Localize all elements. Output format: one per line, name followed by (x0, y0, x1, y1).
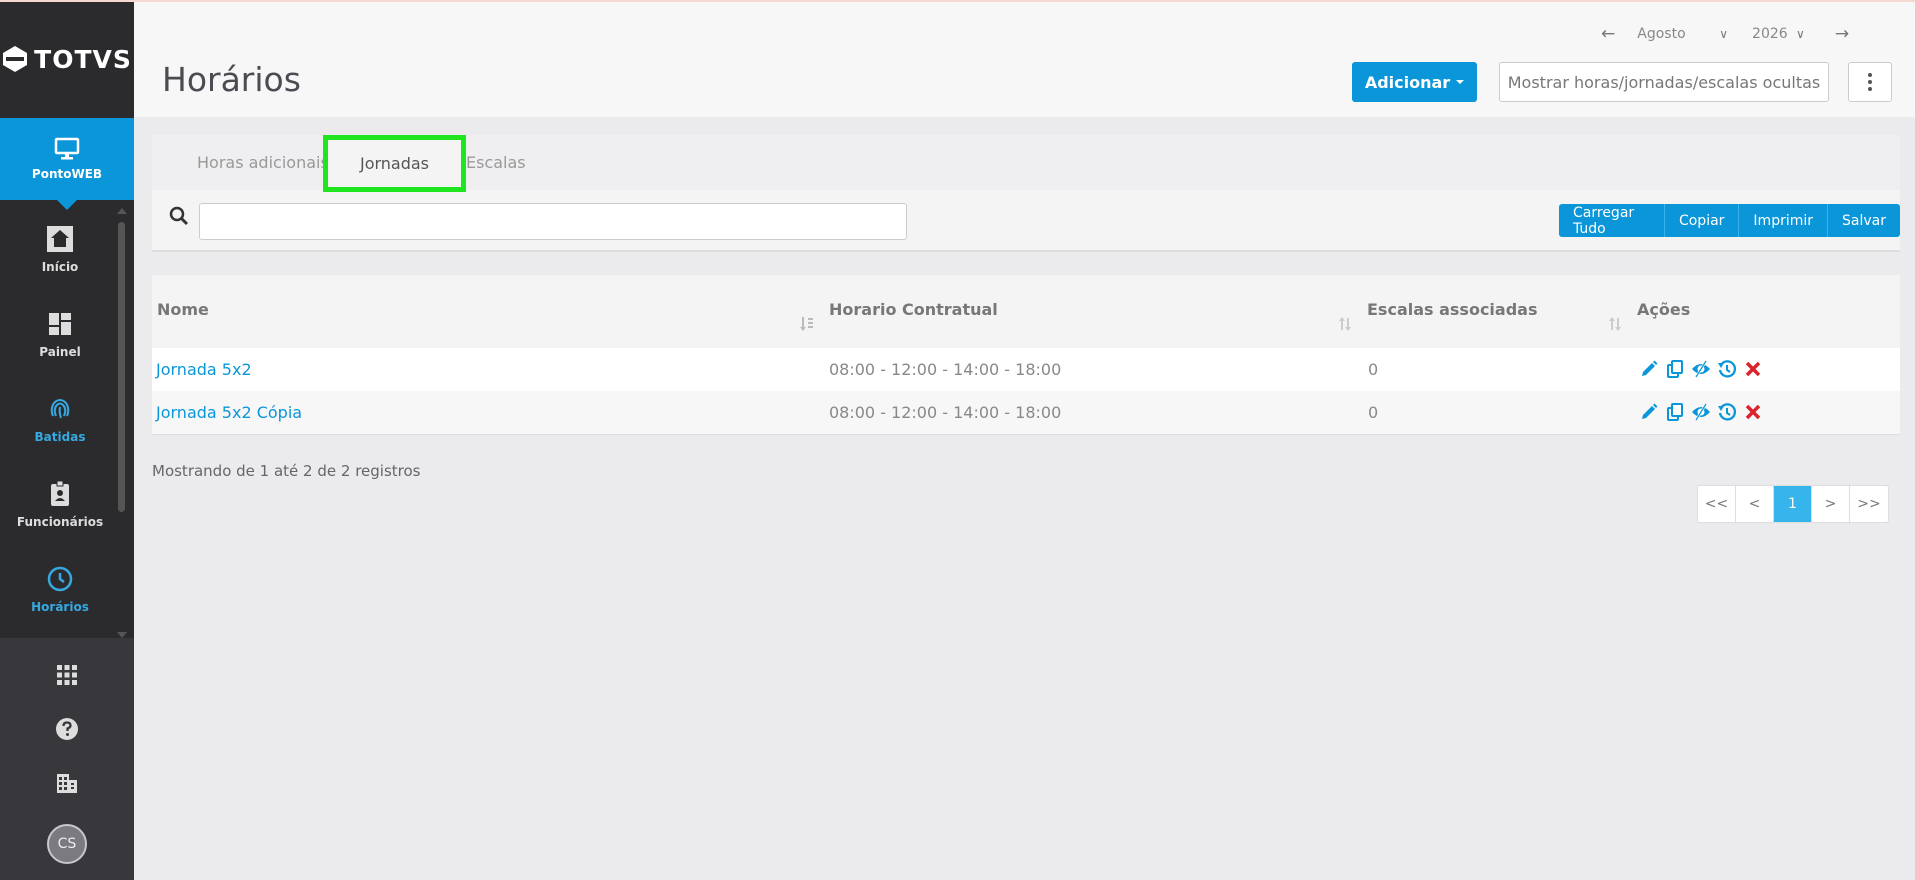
table-header: Nome Horario Contratual Escalas associad… (152, 275, 1900, 348)
app-tile-pontoweb[interactable]: PontoWEB (0, 118, 134, 210)
first-page-button[interactable]: << (1698, 486, 1736, 522)
badge-icon (51, 480, 69, 506)
table-row: Jornada 5x2 08:00 - 12:00 - 14:00 - 18:0… (152, 348, 1900, 391)
prev-period-arrow-icon[interactable]: ← (1601, 24, 1615, 44)
logo-text: TOTVS (34, 44, 132, 74)
history-icon[interactable] (1717, 402, 1737, 422)
month-chevron-down-icon[interactable]: ∨ (1719, 27, 1728, 41)
print-button[interactable]: Imprimir (1739, 204, 1829, 237)
hide-icon[interactable] (1691, 402, 1711, 422)
schedule-cell: 08:00 - 12:00 - 14:00 - 18:00 (829, 360, 1062, 379)
sidebar-item-horarios[interactable]: Horários (0, 546, 120, 631)
period-selector: ← Agosto ∨ 2026 ∨ → (1601, 24, 1849, 44)
tab-escalas[interactable]: Escalas (466, 153, 526, 172)
sidebar-item-inicio[interactable]: Início (0, 206, 120, 291)
row-actions (1639, 359, 1763, 379)
tab-jornadas[interactable]: Jornadas (323, 135, 466, 192)
monitor-icon (54, 137, 80, 160)
building-icon[interactable] (54, 770, 80, 796)
next-period-arrow-icon[interactable]: → (1835, 24, 1849, 44)
help-icon[interactable] (54, 716, 80, 742)
copy-icon[interactable] (1665, 359, 1685, 379)
sidebar: TOTVS PontoWEB Início Painel Batidas Fun… (0, 2, 134, 880)
edit-icon[interactable] (1639, 402, 1659, 422)
sort-asc-icon[interactable] (799, 315, 815, 333)
sort-both-icon[interactable] (1607, 315, 1623, 333)
more-options-button[interactable] (1848, 62, 1892, 102)
next-page-button[interactable]: > (1812, 486, 1850, 522)
clock-icon (47, 566, 73, 591)
fingerprint-icon (50, 398, 70, 418)
load-all-button[interactable]: Carregar Tudo (1559, 204, 1665, 237)
column-header-horario[interactable]: Horario Contratual (829, 300, 998, 319)
month-select[interactable]: Agosto (1637, 26, 1719, 42)
sidebar-item-label: Início (41, 259, 79, 274)
delete-icon[interactable] (1743, 402, 1763, 422)
scroll-thumb[interactable] (118, 222, 125, 512)
page-header: Horários ← Agosto ∨ 2026 ∨ → Adicionar M… (134, 2, 1915, 117)
avatar[interactable]: CS (47, 824, 87, 864)
column-header-nome[interactable]: Nome (157, 300, 209, 319)
jornada-name-link[interactable]: Jornada 5x2 (156, 360, 252, 379)
column-header-escalas[interactable]: Escalas associadas (1367, 300, 1537, 319)
add-button-label: Adicionar (1364, 72, 1451, 92)
kebab-dot-icon (1868, 80, 1872, 84)
table-row: Jornada 5x2 Cópia 08:00 - 12:00 - 14:00 … (152, 391, 1900, 434)
sidebar-item-painel[interactable]: Painel (0, 291, 120, 376)
escalas-count-cell: 0 (1368, 403, 1379, 422)
prev-page-button[interactable]: < (1736, 486, 1774, 522)
sidebar-item-label: Horários (31, 599, 89, 614)
home-icon (47, 225, 73, 252)
sidebar-item-label: Funcionários (16, 514, 104, 529)
apps-grid-icon[interactable] (54, 662, 80, 688)
app-name: PontoWEB (31, 167, 103, 181)
delete-icon[interactable] (1743, 359, 1763, 379)
jornada-name-link[interactable]: Jornada 5x2 Cópia (156, 403, 302, 422)
sidebar-nav: Início Painel Batidas Funcionários Horár… (0, 206, 120, 631)
page-title: Horários (162, 60, 301, 99)
dashboard-icon (49, 312, 71, 335)
table-info: Mostrando de 1 até 2 de 2 registros (152, 462, 421, 480)
escalas-count-cell: 0 (1368, 360, 1379, 379)
sort-both-icon[interactable] (1337, 315, 1353, 333)
add-button[interactable]: Adicionar (1352, 62, 1477, 102)
logo[interactable]: TOTVS (0, 2, 134, 116)
copy-icon[interactable] (1665, 402, 1685, 422)
sidebar-bottom: CS (0, 638, 134, 880)
caret-down-icon (1456, 80, 1465, 84)
year-select[interactable]: 2026 (1752, 26, 1796, 42)
save-button[interactable]: Salvar (1828, 204, 1900, 237)
edit-icon[interactable] (1639, 359, 1659, 379)
hide-icon[interactable] (1691, 359, 1711, 379)
schedule-cell: 08:00 - 12:00 - 14:00 - 18:00 (829, 403, 1062, 422)
tabs-panel: Horas adicionais Jornadas Escalas Carreg… (152, 135, 1900, 252)
sidebar-item-funcionarios[interactable]: Funcionários (0, 461, 120, 546)
history-icon[interactable] (1717, 359, 1737, 379)
export-button-group: Carregar Tudo Copiar Imprimir Salvar (1559, 204, 1900, 237)
scroll-up-arrow[interactable] (117, 208, 127, 214)
sidebar-item-label: Painel (39, 344, 81, 359)
tab-horas-adicionais[interactable]: Horas adicionais (197, 153, 329, 172)
last-page-button[interactable]: >> (1850, 486, 1888, 522)
totvs-logo-icon (3, 46, 28, 72)
sidebar-scrollbar[interactable] (117, 208, 127, 638)
show-hidden-button[interactable]: Mostrar horas/jornadas/escalas ocultas (1499, 62, 1829, 102)
data-table: Nome Horario Contratual Escalas associad… (152, 275, 1900, 435)
kebab-dot-icon (1868, 73, 1872, 77)
sidebar-item-label: Batidas (34, 429, 86, 444)
search-input[interactable] (199, 203, 907, 240)
column-header-acoes: Ações (1637, 300, 1691, 319)
pagination: << < 1 > >> (1697, 485, 1889, 523)
copy-button[interactable]: Copiar (1665, 204, 1740, 237)
kebab-dot-icon (1868, 87, 1872, 91)
page-1-button[interactable]: 1 (1774, 486, 1812, 522)
search-icon (169, 206, 189, 226)
sidebar-item-batidas[interactable]: Batidas (0, 376, 120, 461)
year-chevron-down-icon[interactable]: ∨ (1796, 27, 1805, 41)
tab-bar: Horas adicionais Jornadas Escalas (152, 135, 1900, 192)
row-actions (1639, 402, 1763, 422)
